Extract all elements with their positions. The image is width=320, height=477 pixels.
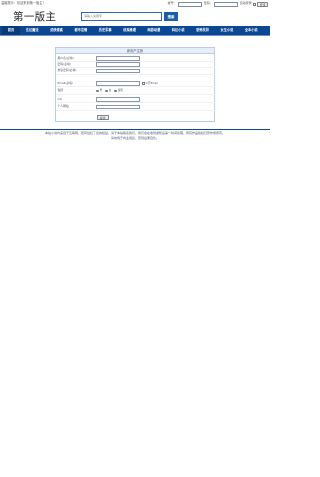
gender-secret-label: 保密 <box>117 89 124 93</box>
nav-item-detective[interactable]: 侦探推理 <box>117 26 141 35</box>
public-email-option: 公开Email <box>142 82 158 85</box>
login-button[interactable]: 登录 <box>257 2 268 7</box>
submit-button[interactable]: 提交 <box>97 115 109 120</box>
nav-item-fantasy[interactable]: 玄幻魔法 <box>20 26 44 35</box>
gender-secret-radio[interactable] <box>114 89 117 93</box>
welcome-notice: 温馨提示：欢迎来到第一版主！ <box>1 1 46 5</box>
top-bar: 温馨提示：欢迎来到第一版主！ 帐号： 密码： 自动登录 登录 <box>0 0 270 10</box>
remember-checkbox[interactable] <box>253 2 256 6</box>
gender-female-label: 女 <box>108 89 112 93</box>
form-row-password: 密码(必填) <box>56 62 215 68</box>
search-input[interactable] <box>82 13 161 20</box>
password-field[interactable] <box>96 62 140 67</box>
gender-radio-group: 男 女 保密 <box>96 89 125 92</box>
form-row-gender: 性别 男 女 保密 <box>56 88 215 95</box>
account-label: 帐号： <box>167 1 177 6</box>
account-input[interactable] <box>178 2 203 7</box>
gender-male-label: 男 <box>99 89 103 93</box>
form-row-email: Email(必填) 公开Email <box>56 81 215 87</box>
footer-divider <box>0 129 270 130</box>
public-email-checkbox[interactable] <box>142 82 145 85</box>
website-field[interactable] <box>96 104 140 110</box>
gender-label: 性别 <box>57 88 64 93</box>
nav-divider <box>0 34 270 36</box>
form-row-confirm-password: 重复密码(必填) <box>56 68 215 75</box>
nav-item-scifi[interactable]: 科幻小说 <box>166 26 190 35</box>
gender-female-radio[interactable] <box>105 89 108 93</box>
main-nav: 首页 玄幻魔法 武侠修真 都市言情 历史军事 侦探推理 网游动漫 科幻小说 恐怖… <box>0 25 270 35</box>
nav-item-game[interactable]: 网游动漫 <box>142 26 166 35</box>
remember-label: 自动登录 <box>239 1 252 6</box>
password-label: 密码： <box>203 1 213 6</box>
search-button[interactable]: 搜索 <box>164 12 178 21</box>
username-field[interactable] <box>96 56 140 61</box>
nav-item-complete[interactable]: 全本小说 <box>239 26 263 35</box>
nav-item-female[interactable]: 女生小说 <box>215 26 239 35</box>
gender-male-radio[interactable] <box>96 89 99 93</box>
form-row-qq: QQ <box>56 97 215 103</box>
nav-item-history[interactable]: 历史军事 <box>93 26 117 35</box>
qq-field[interactable] <box>96 97 140 102</box>
nav-item-urban[interactable]: 都市言情 <box>69 26 93 35</box>
form-row-website: 个人网站 <box>56 104 215 111</box>
login-form: 帐号： 密码： 自动登录 登录 <box>168 2 268 7</box>
register-title: 新用户注册 <box>56 48 214 54</box>
password-field-label: 密码(必填) <box>57 61 71 66</box>
confirm-password-field[interactable] <box>96 68 140 74</box>
website-label: 个人网站 <box>57 104 69 109</box>
footer: 本站小说均来自于互联网，若有侵犯了您的权益，请于本站联系我们，我们会在收到通知后… <box>2 131 268 140</box>
email-label: Email(必填) <box>57 80 74 85</box>
qq-label: QQ <box>57 96 62 101</box>
nav-item-home[interactable]: 首页 <box>2 25 20 35</box>
footer-notice: 请勿用于商业用途，否则后果自负。 <box>110 135 159 140</box>
nav-item-horror[interactable]: 恐怖灵异 <box>190 26 214 35</box>
site-logo[interactable]: 第一版主 <box>13 11 56 24</box>
password-input[interactable] <box>214 2 239 7</box>
username-label: 用户名(必填) <box>57 55 74 60</box>
nav-item-wuxia[interactable]: 武侠修真 <box>44 26 68 35</box>
confirm-password-label: 重复密码(必填) <box>57 68 77 73</box>
email-field[interactable] <box>96 81 140 86</box>
search-box <box>81 12 162 21</box>
public-email-label: 公开Email <box>145 81 158 85</box>
register-panel: 新用户注册 用户名(必填) 密码(必填) 重复密码(必填) Email(必填) … <box>55 47 215 122</box>
